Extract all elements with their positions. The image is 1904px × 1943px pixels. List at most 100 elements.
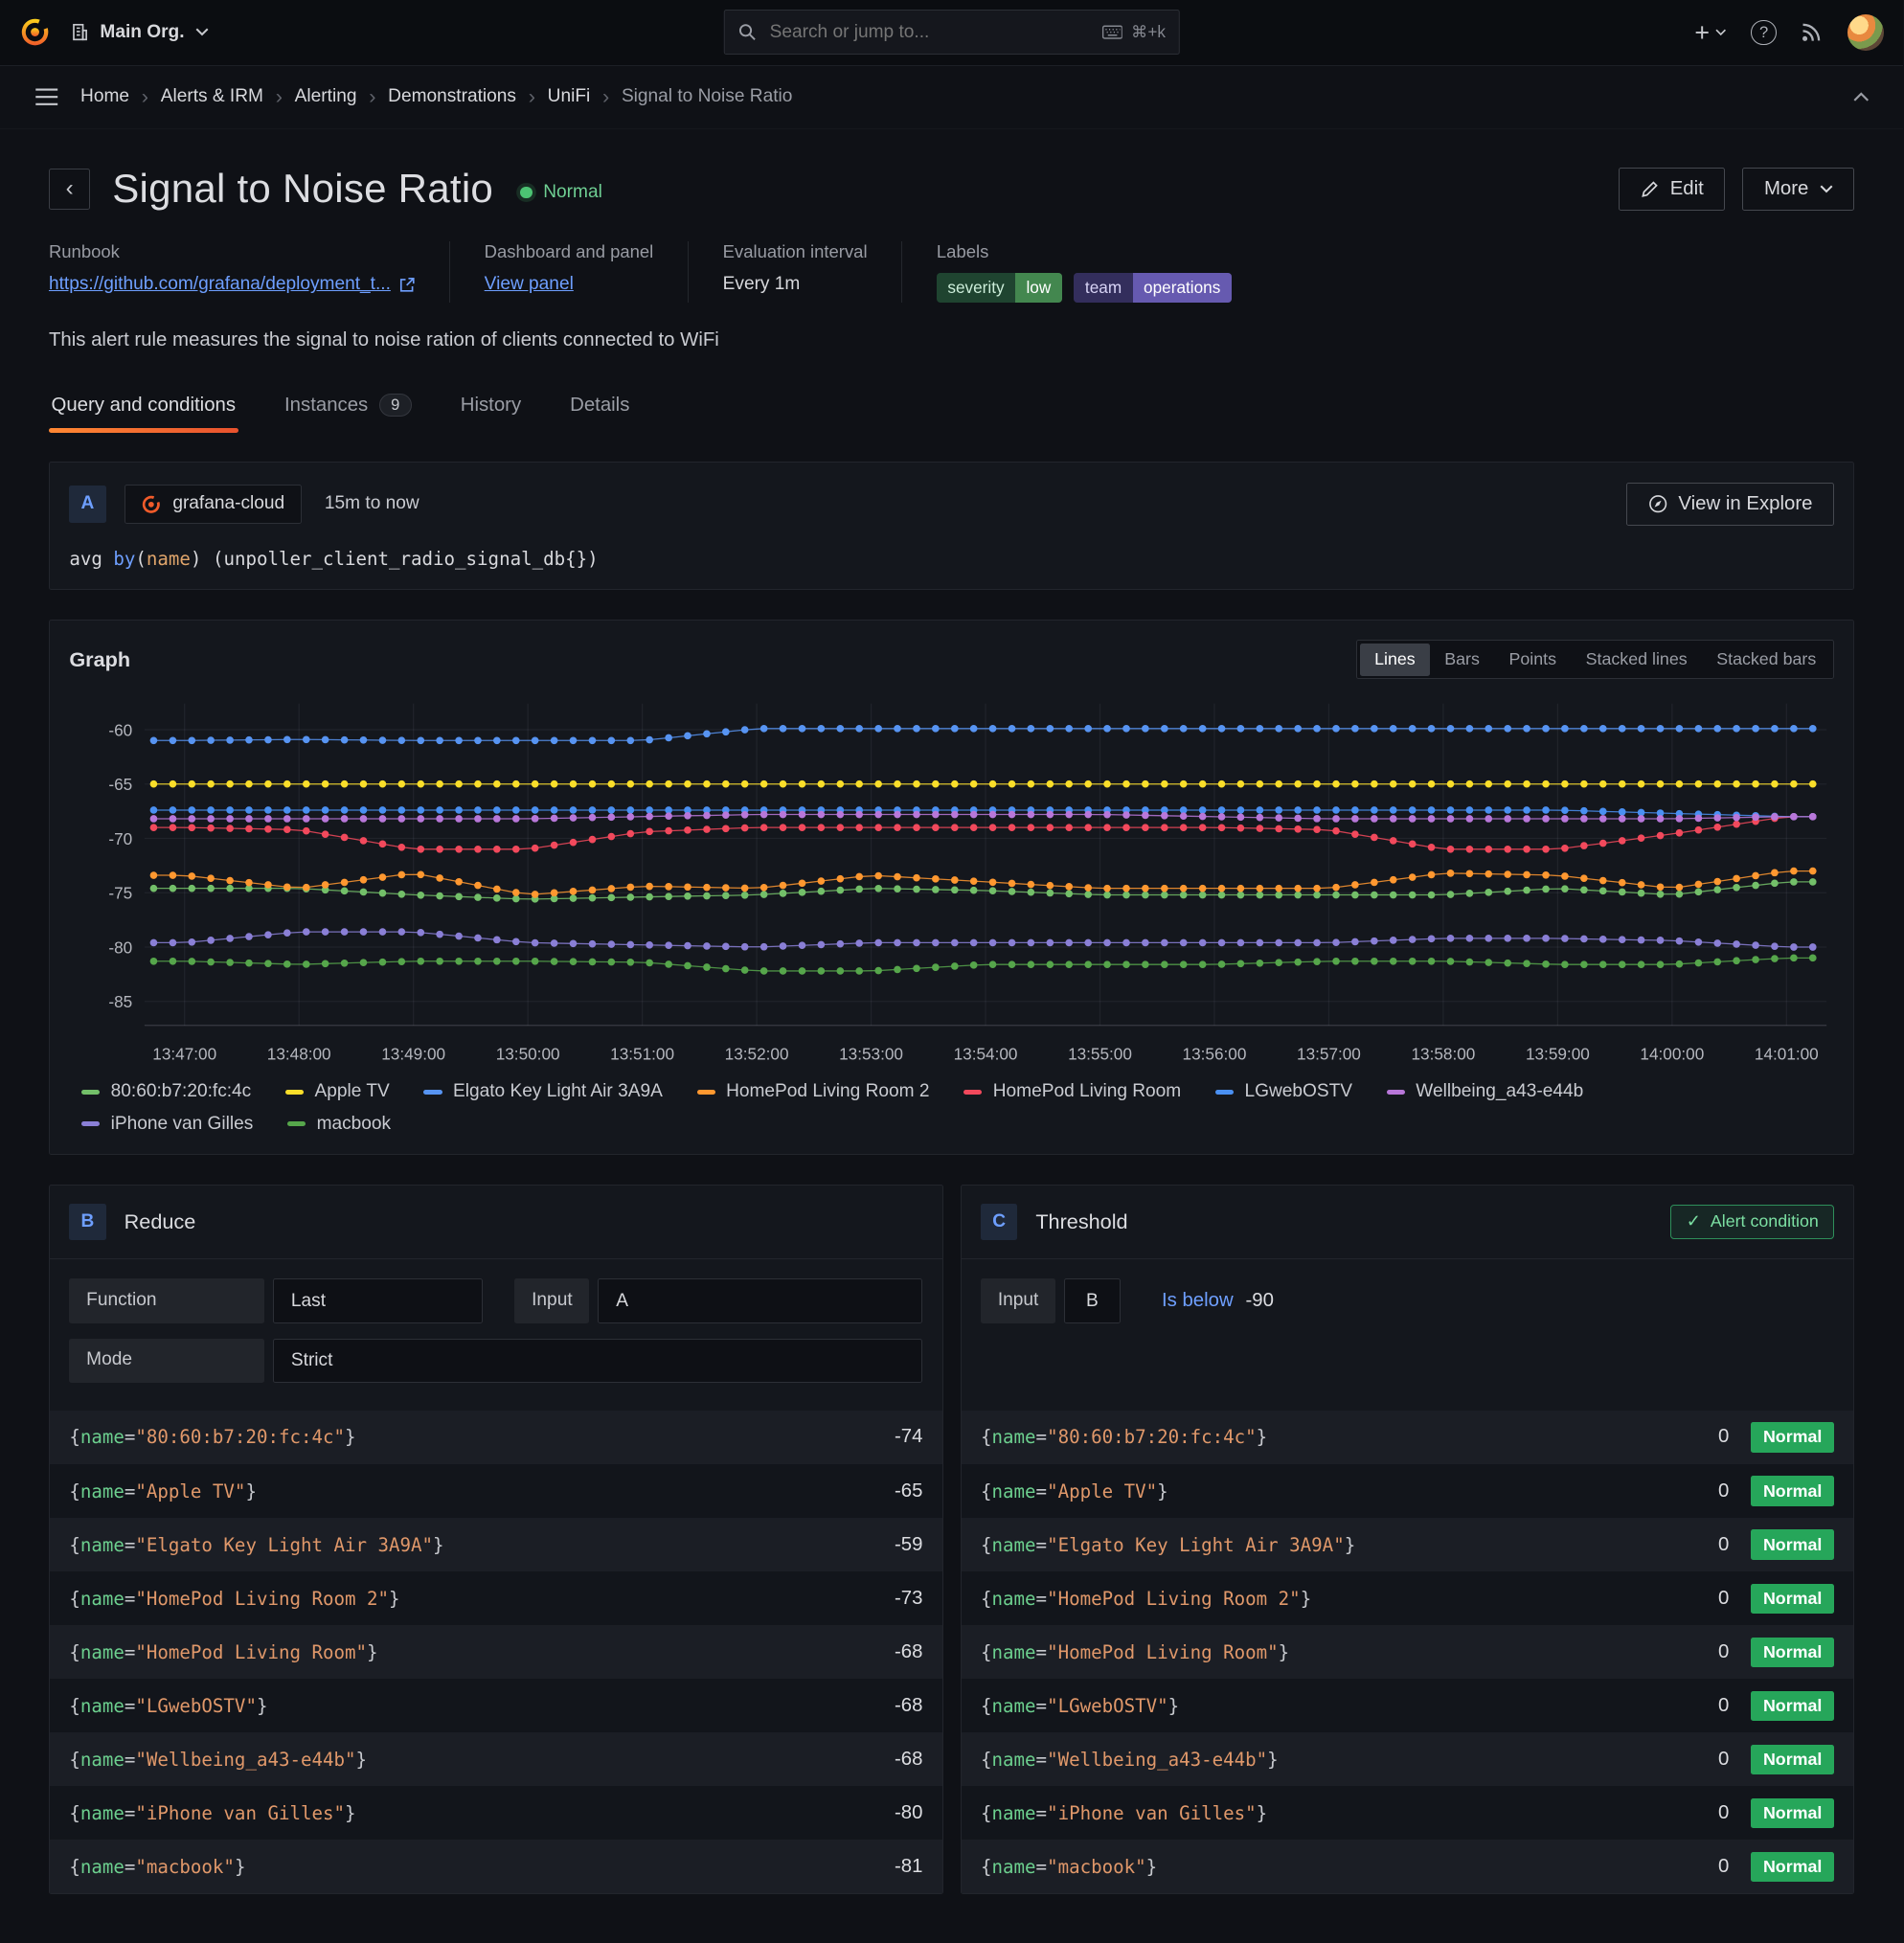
- series-label: {name="80:60:b7:20:fc:4c"}: [69, 1426, 355, 1448]
- org-switcher[interactable]: Main Org.: [71, 22, 209, 43]
- reduce-result-row: {name="Wellbeing_a43-e44b"}-68: [50, 1732, 942, 1786]
- svg-text:-60: -60: [109, 720, 133, 739]
- help-icon[interactable]: ?: [1751, 20, 1777, 46]
- function-select[interactable]: Last: [273, 1278, 483, 1323]
- query-expression[interactable]: avg by(name) (unpoller_client_radio_sign…: [69, 548, 1834, 570]
- meta-dashboard: Dashboard and panel View panel: [449, 241, 688, 304]
- legend-item[interactable]: Apple TV: [285, 1081, 390, 1102]
- back-button[interactable]: ‹: [49, 169, 90, 210]
- edit-button[interactable]: Edit: [1619, 168, 1725, 211]
- legend-item[interactable]: HomePod Living Room 2: [697, 1081, 930, 1102]
- threshold-condition[interactable]: Is below -90: [1162, 1278, 1274, 1323]
- series-label: {name="LGwebOSTV"}: [69, 1695, 267, 1717]
- legend-label: iPhone van Gilles: [111, 1114, 254, 1135]
- threshold-results: {name="80:60:b7:20:fc:4c"}0Normal{name="…: [962, 1411, 1854, 1893]
- legend-row: 80:60:b7:20:fc:4c Apple TV Elgato Key Ligh…: [81, 1081, 1834, 1102]
- new-dropdown-button[interactable]: +: [1694, 20, 1726, 46]
- page-title: Signal to Noise Ratio: [112, 166, 493, 212]
- menu-icon[interactable]: [30, 82, 64, 112]
- threshold-value: 0: [1718, 1534, 1729, 1556]
- breadcrumb-item[interactable]: Demonstrations: [388, 86, 516, 107]
- meta-labels: Labels severitylowteamoperations: [901, 241, 1265, 304]
- search-shortcut: ⌘+k: [1102, 22, 1166, 42]
- search-icon: [737, 23, 756, 41]
- threshold-ref-badge: C: [981, 1204, 1017, 1240]
- reduce-result-row: {name="LGwebOSTV"}-68: [50, 1679, 942, 1732]
- svg-text:14:01:00: 14:01:00: [1755, 1044, 1819, 1063]
- graph-title: Graph: [69, 647, 130, 672]
- user-avatar[interactable]: [1847, 14, 1884, 51]
- query-panel: A grafana-cloud 15m to now View in Explo…: [49, 462, 1855, 590]
- reduce-result-row: {name="HomePod Living Room 2"}-73: [50, 1571, 942, 1625]
- breadcrumb-item[interactable]: Signal to Noise Ratio: [622, 86, 792, 107]
- search-input[interactable]: [767, 21, 1091, 45]
- legend-item[interactable]: Wellbeing_a43-e44b: [1387, 1081, 1584, 1102]
- threshold-input-select[interactable]: B: [1064, 1278, 1121, 1323]
- graph-mode-stacked-bars[interactable]: Stacked bars: [1702, 644, 1831, 676]
- datasource-picker[interactable]: grafana-cloud: [125, 485, 302, 525]
- reduce-value: -74: [895, 1426, 922, 1448]
- legend-label: LGwebOSTV: [1244, 1081, 1352, 1102]
- chevron-down-icon: [1715, 29, 1726, 36]
- tab-query-and-conditions[interactable]: Query and conditions: [49, 381, 238, 433]
- state-badge: Normal: [1751, 1476, 1834, 1505]
- legend-swatch-icon: [285, 1090, 304, 1095]
- breadcrumb-item[interactable]: Home: [80, 86, 129, 107]
- legend-item[interactable]: HomePod Living Room: [963, 1081, 1181, 1102]
- legend-swatch-icon: [697, 1090, 715, 1095]
- graph-mode-lines[interactable]: Lines: [1360, 644, 1430, 676]
- reduce-result-row: {name="Elgato Key Light Air 3A9A"}-59: [50, 1518, 942, 1571]
- legend-item[interactable]: LGwebOSTV: [1215, 1081, 1352, 1102]
- function-label: Function: [69, 1278, 264, 1323]
- reduce-result-row: {name="HomePod Living Room"}-68: [50, 1625, 942, 1679]
- breadcrumb-item[interactable]: UniFi: [548, 86, 591, 107]
- tab-history[interactable]: History: [458, 381, 524, 433]
- breadcrumb-item[interactable]: Alerts & IRM: [161, 86, 263, 107]
- graph-mode-points[interactable]: Points: [1494, 644, 1571, 676]
- threshold-value: 0: [1718, 1695, 1729, 1717]
- runbook-link[interactable]: https://github.com/grafana/deployment_t.…: [49, 274, 415, 295]
- chevron-down-icon: [1820, 185, 1833, 193]
- svg-text:-70: -70: [109, 829, 133, 848]
- label-key: team: [1074, 273, 1132, 303]
- reduce-value: -73: [895, 1588, 922, 1610]
- legend-label: 80:60:b7:20:fc:4c: [111, 1081, 252, 1102]
- chevron-right-icon: ›: [142, 84, 148, 109]
- input-select[interactable]: A: [598, 1278, 922, 1323]
- more-button[interactable]: More: [1742, 168, 1854, 211]
- svg-text:13:51:00: 13:51:00: [611, 1044, 675, 1063]
- rule-description: This alert rule measures the signal to n…: [49, 329, 1855, 351]
- graph-mode-bars[interactable]: Bars: [1430, 644, 1494, 676]
- breadcrumb-item[interactable]: Alerting: [295, 86, 357, 107]
- topnav-actions: + ?: [1694, 14, 1884, 51]
- legend-label: HomePod Living Room: [993, 1081, 1182, 1102]
- legend-label: Apple TV: [314, 1081, 389, 1102]
- series-label: {name="macbook"}: [69, 1856, 245, 1878]
- legend-item[interactable]: iPhone van Gilles: [81, 1114, 253, 1135]
- legend-item[interactable]: Elgato Key Light Air 3A9A: [423, 1081, 662, 1102]
- search-box[interactable]: ⌘+k: [723, 10, 1179, 55]
- legend-item[interactable]: macbook: [287, 1114, 391, 1135]
- legend-label: HomePod Living Room 2: [726, 1081, 929, 1102]
- legend-row: iPhone van Gilles macbook: [81, 1114, 1834, 1135]
- state-badge: Normal: [1751, 1422, 1834, 1452]
- state-badge: Normal: [1751, 1745, 1834, 1774]
- grafana-logo[interactable]: [19, 16, 51, 48]
- chevron-up-icon[interactable]: [1848, 87, 1874, 106]
- legend-item[interactable]: 80:60:b7:20:fc:4c: [81, 1081, 251, 1102]
- snr-chart[interactable]: 13:47:0013:48:0013:49:0013:50:0013:51:00…: [69, 691, 1834, 1072]
- view-panel-link[interactable]: View panel: [485, 274, 574, 295]
- tab-instances[interactable]: Instances9: [282, 381, 414, 433]
- chevron-down-icon: [195, 28, 209, 36]
- news-rss-icon[interactable]: [1801, 21, 1823, 43]
- threshold-result-row: {name="HomePod Living Room"}0Normal: [962, 1625, 1854, 1679]
- svg-text:13:54:00: 13:54:00: [954, 1044, 1018, 1063]
- breadcrumb: Home›Alerts & IRM›Alerting›Demonstration…: [80, 84, 792, 109]
- chart-legend: 80:60:b7:20:fc:4c Apple TV Elgato Key Ligh…: [69, 1081, 1834, 1134]
- threshold-result-row: {name="iPhone van Gilles"}0Normal: [962, 1786, 1854, 1840]
- view-in-explore-button[interactable]: View in Explore: [1626, 483, 1834, 526]
- tab-details[interactable]: Details: [568, 381, 632, 433]
- graph-mode-stacked-lines[interactable]: Stacked lines: [1571, 644, 1702, 676]
- mode-select[interactable]: Strict: [273, 1339, 922, 1384]
- svg-text:-85: -85: [109, 992, 133, 1011]
